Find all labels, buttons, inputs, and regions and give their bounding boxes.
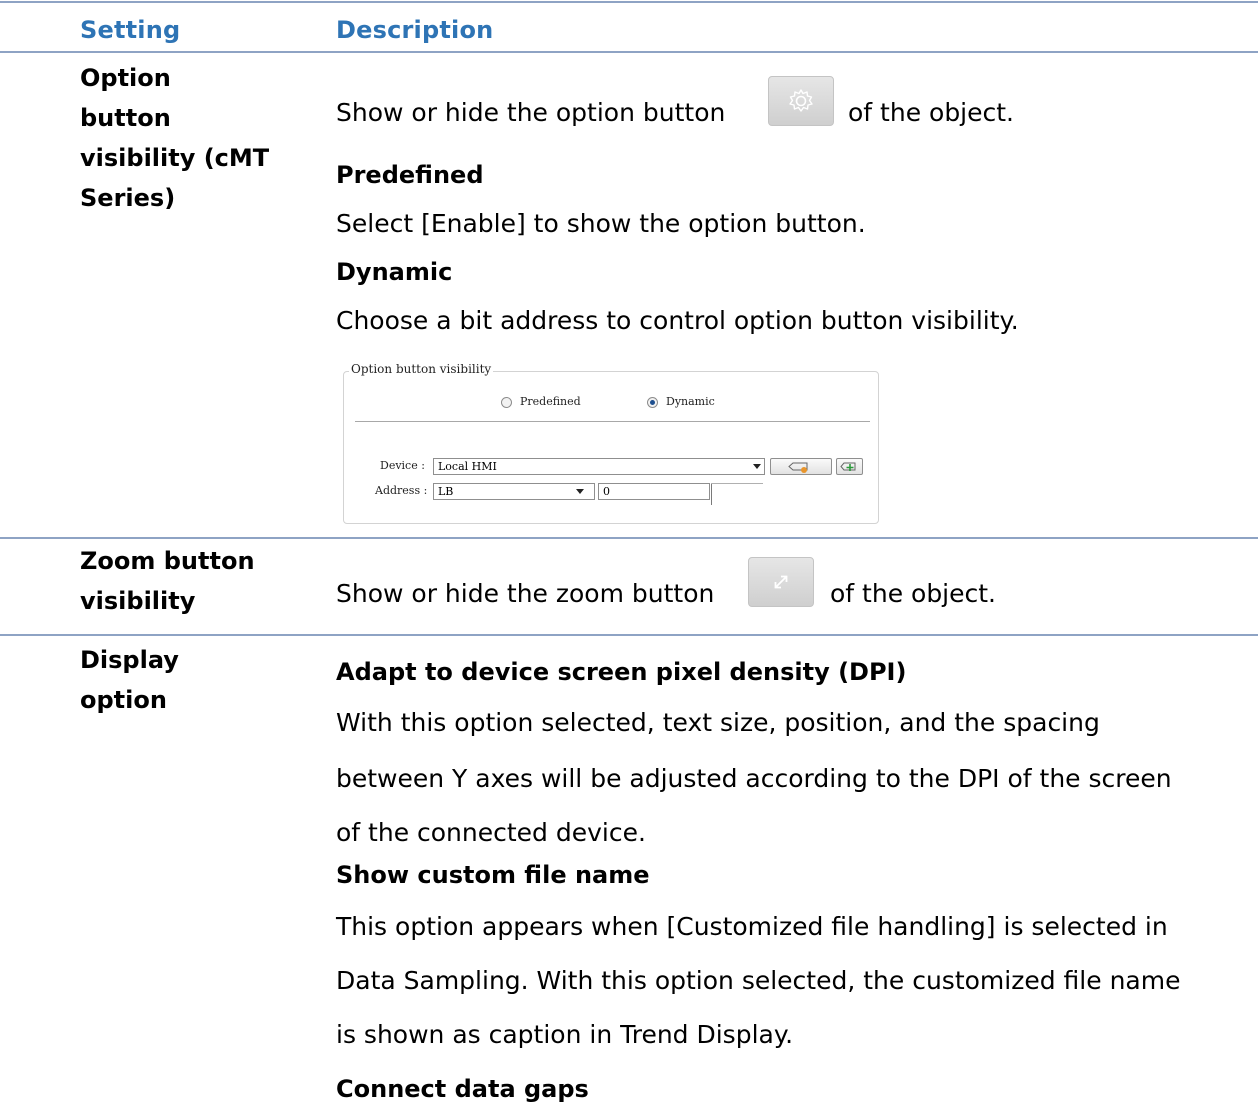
address-input[interactable]: 0 <box>598 483 710 500</box>
field-divider <box>711 483 712 505</box>
row-rule-1 <box>0 537 1258 539</box>
group-divider <box>355 421 870 422</box>
device-value: Local HMI <box>438 460 497 473</box>
add-tag-icon <box>840 462 856 471</box>
dynamic-text: Choose a bit address to control option b… <box>336 306 1019 335</box>
radio-predefined[interactable] <box>501 397 512 408</box>
dynamic-title: Dynamic <box>336 258 453 286</box>
zoom-intro-before: Show or hide the zoom button <box>336 579 715 608</box>
setting-display-option: Display option <box>80 640 179 720</box>
expand-arrows-icon <box>748 557 814 607</box>
radio-predefined-label: Predefined <box>520 395 581 408</box>
setting-line: visibility <box>80 587 196 615</box>
dpi-line: With this option selected, text size, po… <box>336 708 1100 737</box>
device-label: Device : <box>380 459 425 472</box>
dpi-line: between Y axes will be adjusted accordin… <box>336 764 1172 793</box>
custom-line: This option appears when [Customized fil… <box>336 912 1168 941</box>
header-setting: Setting <box>80 16 181 44</box>
address-type-select[interactable]: LB <box>433 483 595 500</box>
setting-line: Option <box>80 64 171 92</box>
header-description: Description <box>336 16 494 44</box>
dpi-line: of the connected device. <box>336 818 646 847</box>
address-label: Address : <box>375 484 428 497</box>
setting-zoom-button: Zoom button visibility <box>80 541 255 621</box>
field-top-edge <box>711 483 763 484</box>
setting-line: Zoom button <box>80 547 255 575</box>
tag-icon <box>788 462 808 473</box>
zoom-intro-after: of the object. <box>830 579 997 608</box>
setting-line: Series) <box>80 184 176 212</box>
chevron-down-icon <box>753 464 761 469</box>
setting-option-button: Option button visibility (cMT Series) <box>80 58 269 218</box>
address-value: 0 <box>603 485 610 498</box>
setting-line: visibility (cMT <box>80 144 270 172</box>
group-title: Option button visibility <box>349 362 494 376</box>
gear-icon <box>768 76 834 126</box>
predefined-text: Select [Enable] to show the option butto… <box>336 209 866 238</box>
chevron-down-icon <box>576 489 584 494</box>
top-rule <box>0 1 1258 3</box>
option-intro-before: Show or hide the option button <box>336 98 726 127</box>
row-rule-2 <box>0 634 1258 636</box>
address-type-value: LB <box>438 485 454 498</box>
device-select[interactable]: Local HMI <box>433 458 765 475</box>
setting-line: button <box>80 104 171 132</box>
custom-line: is shown as caption in Trend Display. <box>336 1020 794 1049</box>
predefined-title: Predefined <box>336 161 484 189</box>
radio-dynamic[interactable] <box>647 397 658 408</box>
connect-gaps-title: Connect data gaps <box>336 1075 589 1103</box>
custom-line: Data Sampling. With this option selected… <box>336 966 1181 995</box>
header-rule <box>0 51 1258 53</box>
option-intro-after: of the object. <box>848 98 1015 127</box>
dpi-title: Adapt to device screen pixel density (DP… <box>336 658 907 686</box>
setting-line: option <box>80 686 167 714</box>
radio-dynamic-label: Dynamic <box>666 395 715 408</box>
custom-file-title: Show custom file name <box>336 861 650 889</box>
option-visibility-group <box>343 371 879 524</box>
add-device-button[interactable] <box>836 458 863 475</box>
setting-line: Display <box>80 646 179 674</box>
device-settings-button[interactable] <box>770 458 832 475</box>
